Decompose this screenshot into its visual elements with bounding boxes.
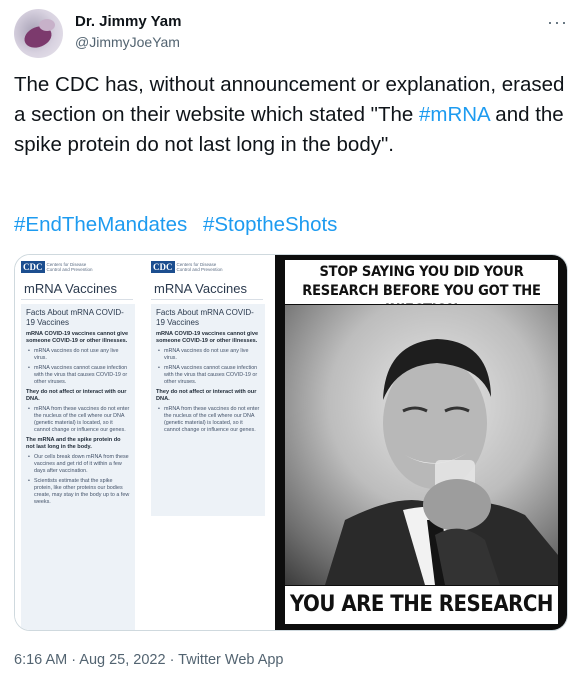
meme-photo [285,305,558,585]
list-item: Our cells break down mRNA from these vac… [28,454,130,475]
panel-lead: mRNA COVID-19 vaccines cannot give someo… [26,331,129,344]
media-attachment[interactable]: CDC Centers for Disease Control and Prev… [14,254,568,631]
laughing-man-illustration [325,339,558,585]
bullet-list: mRNA vaccines do not use any live virus.… [156,348,260,386]
list-item: mRNA from these vaccines do not enter th… [158,406,260,434]
cdc-logo-mark: CDC [21,261,45,273]
avatar-shape [39,19,55,31]
divider [151,299,263,300]
cdc-facts-panel: Facts About mRNA COVID-19 Vaccines mRNA … [21,304,135,630]
panel-subhead: They do not affect or interact with our … [156,389,257,402]
author-name[interactable]: Dr. Jimmy Yam [75,13,181,30]
cdc-screenshot-before: CDC Centers for Disease Control and Prev… [15,255,143,630]
panel-subhead: They do not affect or interact with our … [26,389,127,402]
bullet-list: mRNA vaccines do not use any live virus.… [26,348,130,386]
author-handle[interactable]: @JimmyJoeYam [75,34,180,50]
list-item: mRNA vaccines cannot cause infection wit… [28,365,130,386]
hashtag-mrna[interactable]: #mRNA [419,103,490,126]
cdc-org-name: Centers for Disease Control and Preventi… [46,262,93,272]
list-item: mRNA vaccines do not use any live virus. [28,348,130,362]
tweet-timestamp[interactable]: 6:16 AM · Aug 25, 2022 · Twitter Web App [14,652,284,668]
divider [21,299,133,300]
cdc-logo-mark: CDC [151,261,175,273]
hashtag-link[interactable]: #EndTheMandates [14,213,187,236]
bullet-list: mRNA from these vaccines do not enter th… [156,406,260,434]
meme-bottom-text: YOU ARE THE RESEARCH [285,586,558,624]
tweet-text: The CDC has, without announcement or exp… [14,70,569,160]
avatar[interactable] [14,9,63,58]
cdc-logo: CDC Centers for Disease Control and Prev… [21,261,99,273]
cdc-logo: CDC Centers for Disease Control and Prev… [151,261,229,273]
list-item: mRNA from these vaccines do not enter th… [28,406,130,434]
panel-heading: Facts About mRNA COVID-19 Vaccines [156,308,254,327]
meme-image: STOP SAYING YOU DID YOUR RESEARCH BEFORE… [275,255,567,630]
list-item: mRNA vaccines cannot cause infection wit… [158,365,260,386]
hashtag-link[interactable]: #StoptheShots [203,213,338,236]
cdc-facts-panel: Facts About mRNA COVID-19 Vaccines mRNA … [151,304,265,516]
panel-subhead-removed: The mRNA and the spike protein do not la… [26,437,121,450]
cdc-page-title: mRNA Vaccines [24,281,117,296]
bullet-list: Our cells break down mRNA from these vac… [26,454,130,506]
more-horizontal-icon[interactable]: ··· [547,12,568,33]
cdc-screenshot-after: CDC Centers for Disease Control and Prev… [145,255,273,630]
cdc-org-name: Centers for Disease Control and Preventi… [176,262,223,272]
cdc-page-title: mRNA Vaccines [154,281,247,296]
panel-lead: mRNA COVID-19 vaccines cannot give someo… [156,331,259,344]
list-item: mRNA vaccines do not use any live virus. [158,348,260,362]
bullet-list: mRNA from these vaccines do not enter th… [26,406,130,434]
list-item: Scientists estimate that the spike prote… [28,478,130,506]
panel-heading: Facts About mRNA COVID-19 Vaccines [26,308,124,327]
meme-top-text: STOP SAYING YOU DID YOUR RESEARCH BEFORE… [285,260,558,318]
hashtag-row: #EndTheMandates #StoptheShots [14,210,347,240]
